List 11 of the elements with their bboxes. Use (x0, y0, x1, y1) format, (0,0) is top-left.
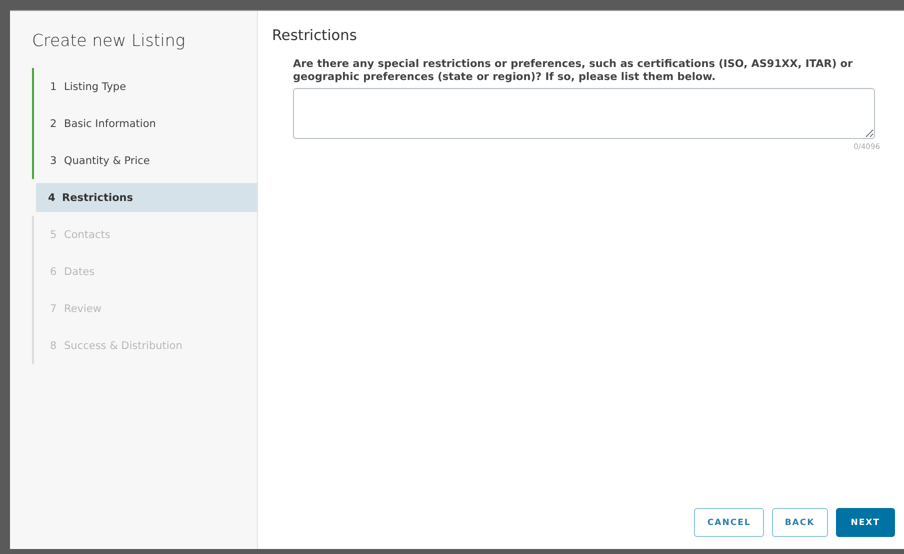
wizard-step[interactable]: 3 Quantity & Price (32, 142, 257, 179)
cancel-button[interactable]: CANCEL (694, 508, 764, 537)
answer-box[interactable] (293, 88, 875, 139)
wizard-title: Create new Listing (32, 31, 186, 50)
wizard-step[interactable]: 2 Basic Information (32, 105, 257, 142)
wizard-step[interactable]: 4 Restrictions (36, 183, 257, 212)
wizard-step[interactable]: 1 Listing Type (32, 68, 257, 105)
next-button[interactable]: NEXT (836, 508, 895, 537)
section-title: Restrictions (272, 28, 357, 44)
back-button[interactable]: BACK (772, 508, 828, 537)
question-text: Are there any special restrictions or preferences, such as certifications (ISO, AS91XX, ITAR) or geographic preferences (state or region)? If so, please list them below. (293, 58, 854, 83)
